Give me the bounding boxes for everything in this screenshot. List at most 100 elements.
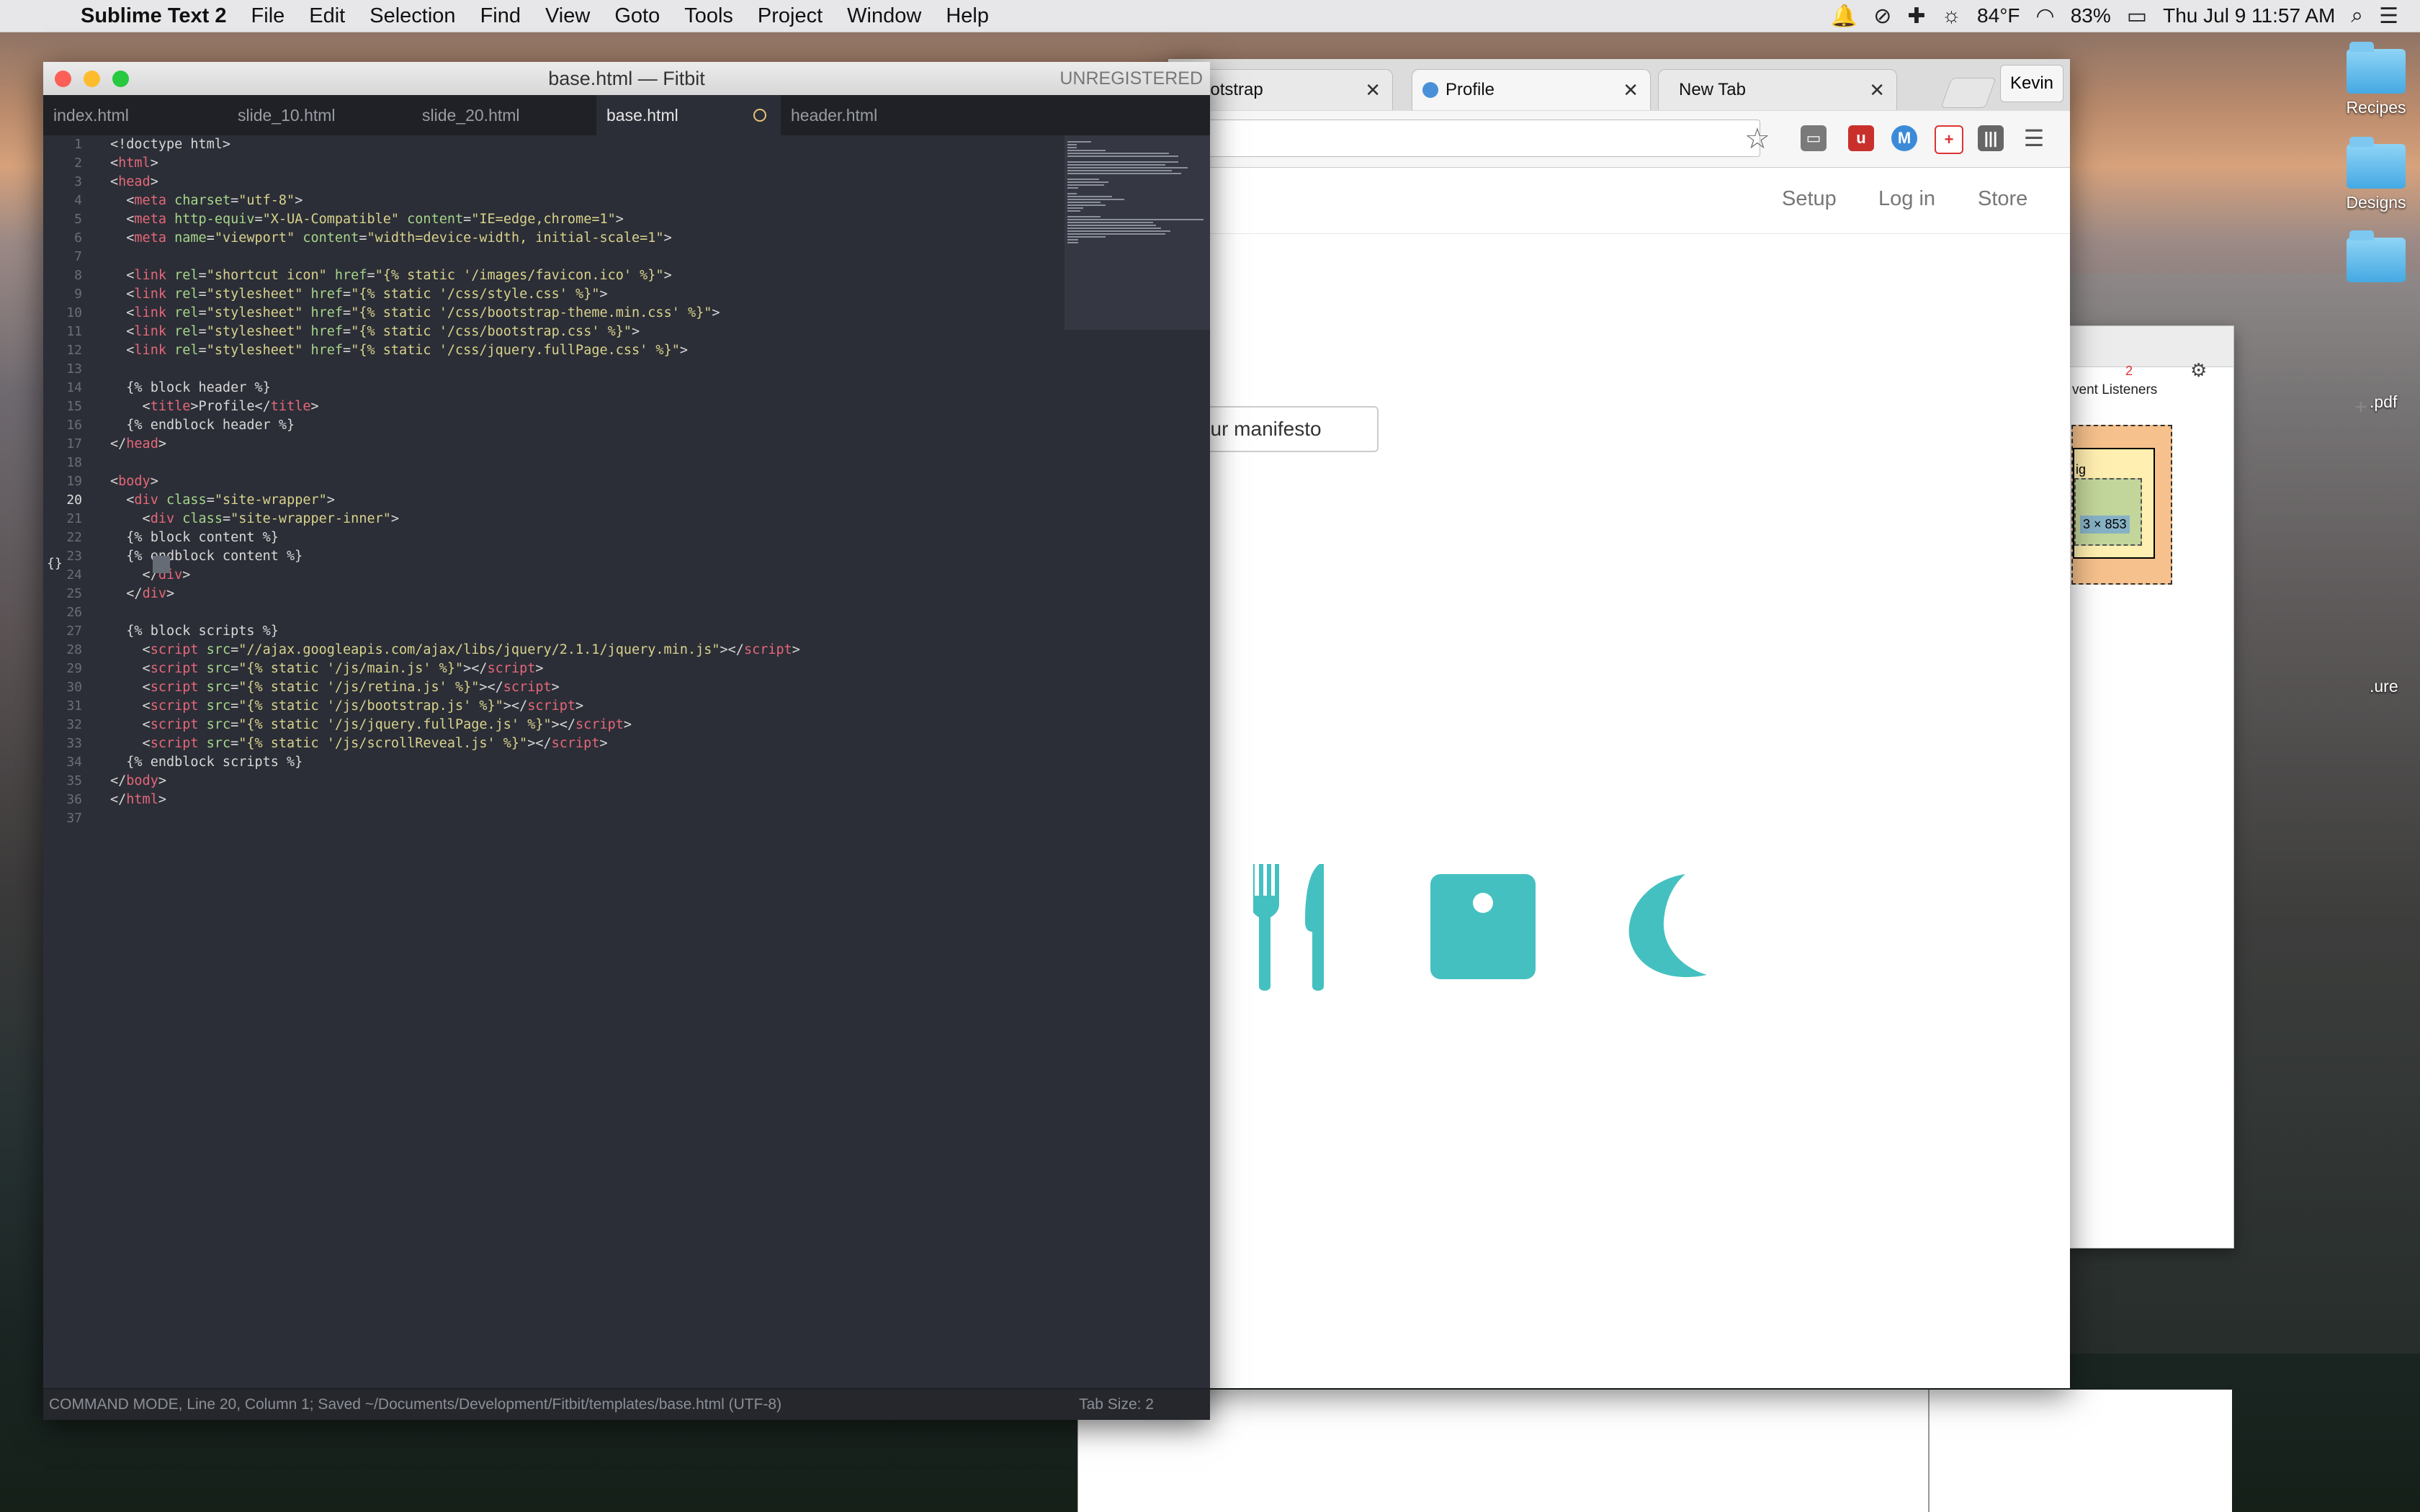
devtools-error-count[interactable]: 2: [2125, 364, 2133, 379]
sublime-window: base.html — Fitbit UNREGISTERED index.ht…: [43, 62, 1210, 1420]
line-number: 25: [66, 586, 82, 601]
menu-window[interactable]: Window: [847, 4, 921, 28]
app-name-menu[interactable]: Sublime Text 2: [81, 4, 227, 28]
menu-help[interactable]: Help: [946, 4, 989, 28]
minimap[interactable]: [1065, 135, 1210, 330]
code-line: <body>: [110, 474, 158, 489]
wifi-icon[interactable]: ◠: [2036, 4, 2055, 29]
browser-tab-new[interactable]: New Tab ✕: [1658, 69, 1897, 110]
editor-tab-slide10[interactable]: slide_10.html: [228, 95, 412, 135]
address-bar[interactable]: [1168, 120, 1760, 157]
line-number: 37: [66, 811, 82, 826]
code-line: <head>: [110, 174, 158, 189]
line-number: 26: [66, 605, 82, 620]
ublock-icon[interactable]: u: [1848, 125, 1874, 151]
extension-plus-icon[interactable]: +: [1935, 125, 1963, 154]
tab-label: base.html: [606, 105, 678, 125]
desktop-folder-recipes[interactable]: Recipes: [2322, 42, 2420, 117]
desktop-file-pdf[interactable]: .pdf: [2370, 392, 2420, 412]
line-number: 7: [74, 249, 82, 264]
desktop-icon-label: Recipes: [2346, 98, 2406, 117]
columns-icon[interactable]: |||: [1978, 125, 2004, 151]
gear-icon[interactable]: ⚙: [2190, 359, 2207, 382]
close-icon[interactable]: ✕: [1869, 79, 1885, 102]
add-icon[interactable]: +: [2354, 395, 2367, 420]
line-number: 18: [66, 455, 82, 470]
minimap-line: [1067, 164, 1166, 166]
weather-temp: 84°F: [1977, 4, 2020, 27]
menu-edit[interactable]: Edit: [309, 4, 345, 28]
unsaved-dot-icon[interactable]: [753, 109, 766, 122]
close-icon[interactable]: ✕: [1623, 79, 1639, 102]
code-line: <meta name="viewport" content="width=dev…: [110, 230, 672, 246]
line-number: 28: [66, 642, 82, 657]
menu-tools[interactable]: Tools: [684, 4, 733, 28]
cast-icon[interactable]: ▭: [1801, 125, 1827, 151]
site-navbar: Setup Log in Store: [1168, 167, 2070, 234]
menu-icon[interactable]: ☰: [2021, 125, 2047, 151]
clock[interactable]: Thu Jul 9 11:57 AM: [2163, 4, 2335, 27]
code-text[interactable]: <!doctype html> <html> <head> <meta charse…: [110, 135, 1061, 828]
code-line: <script src="//ajax.googleapis.com/ajax/…: [110, 642, 800, 657]
line-number: 22: [66, 530, 82, 545]
line-number: 4: [74, 193, 82, 208]
divider: [1928, 1390, 1930, 1512]
scale-icon: [1430, 874, 1536, 979]
nav-login-link[interactable]: Log in: [1878, 187, 1935, 211]
code-line: </div>: [110, 586, 175, 601]
menu-view[interactable]: View: [545, 4, 590, 28]
menu-goto[interactable]: Goto: [614, 4, 660, 28]
line-number: 14: [66, 380, 82, 395]
desktop-folder-designs[interactable]: Designs: [2322, 137, 2420, 212]
code-line: <meta http-equiv="X-UA-Compatible" conte…: [110, 212, 624, 227]
line-number: 15: [66, 399, 82, 414]
tab-label: index.html: [53, 105, 129, 125]
desktop-file-ure[interactable]: .ure: [2370, 677, 2420, 696]
sync-icon[interactable]: ⊘: [1873, 4, 1891, 29]
notification-center-icon[interactable]: ☰: [2379, 4, 2398, 29]
minimap-line: [1067, 216, 1101, 217]
notification-bell-icon[interactable]: 🔔: [1831, 4, 1857, 29]
editor-tab-index[interactable]: index.html: [43, 95, 228, 135]
code-line: {% endblock scripts %}: [110, 755, 303, 770]
line-number: 17: [66, 436, 82, 451]
new-tab-button[interactable]: [1940, 78, 1996, 108]
event-listeners-tab[interactable]: vent Listeners: [2072, 382, 2157, 398]
menu-find[interactable]: Find: [480, 4, 521, 28]
line-number: 32: [66, 717, 82, 732]
tab-label: header.html: [791, 105, 878, 125]
minimap-line: [1067, 161, 1178, 163]
nav-store-link[interactable]: Store: [1978, 187, 2027, 211]
battery-icon[interactable]: ▭: [2127, 4, 2147, 29]
editor-tab-slide20[interactable]: slide_20.html: [412, 95, 596, 135]
menu-project[interactable]: Project: [758, 4, 823, 28]
editor-tab-base[interactable]: base.html: [596, 95, 781, 135]
code-line: {% block content %}: [110, 530, 279, 545]
browser-tab-profile[interactable]: Profile ✕: [1412, 69, 1651, 110]
line-number: 30: [66, 680, 82, 695]
line-number: 2: [74, 156, 82, 171]
close-icon[interactable]: ✕: [1365, 79, 1381, 102]
code-line: {% block header %}: [110, 380, 271, 395]
extension-m-icon[interactable]: M: [1891, 125, 1917, 151]
profile-button[interactable]: Kevin: [2000, 65, 2063, 102]
nav-setup-link[interactable]: Setup: [1782, 187, 1837, 211]
line-number: 13: [66, 361, 82, 377]
code-editor[interactable]: 1 2 3 4 5 6 7 8 9 10 11 12 13 14 15 16 17 18 19 20 21 22 23 24 2…: [43, 135, 1062, 1388]
editor-tab-header[interactable]: header.html: [781, 95, 965, 135]
bookmark-star-icon[interactable]: ☆: [1744, 122, 1770, 156]
tab-label: slide_20.html: [422, 105, 520, 125]
menu-selection[interactable]: Selection: [369, 4, 455, 28]
code-line: <meta charset="utf-8">: [110, 193, 303, 208]
plus-cross-icon[interactable]: ✚: [1907, 4, 1925, 29]
menu-file[interactable]: File: [251, 4, 285, 28]
weather-icon[interactable]: ☼: [1942, 4, 1962, 28]
spotlight-search-icon[interactable]: ⌕: [2351, 4, 2363, 28]
line-number: 10: [66, 305, 82, 320]
line-number: 29: [66, 661, 82, 676]
favicon-icon: [1422, 82, 1438, 98]
tab-size-indicator[interactable]: Tab Size: 2: [1079, 1396, 1154, 1413]
code-line: </html>: [110, 792, 166, 807]
desktop-folder-unnamed[interactable]: [2322, 230, 2420, 287]
